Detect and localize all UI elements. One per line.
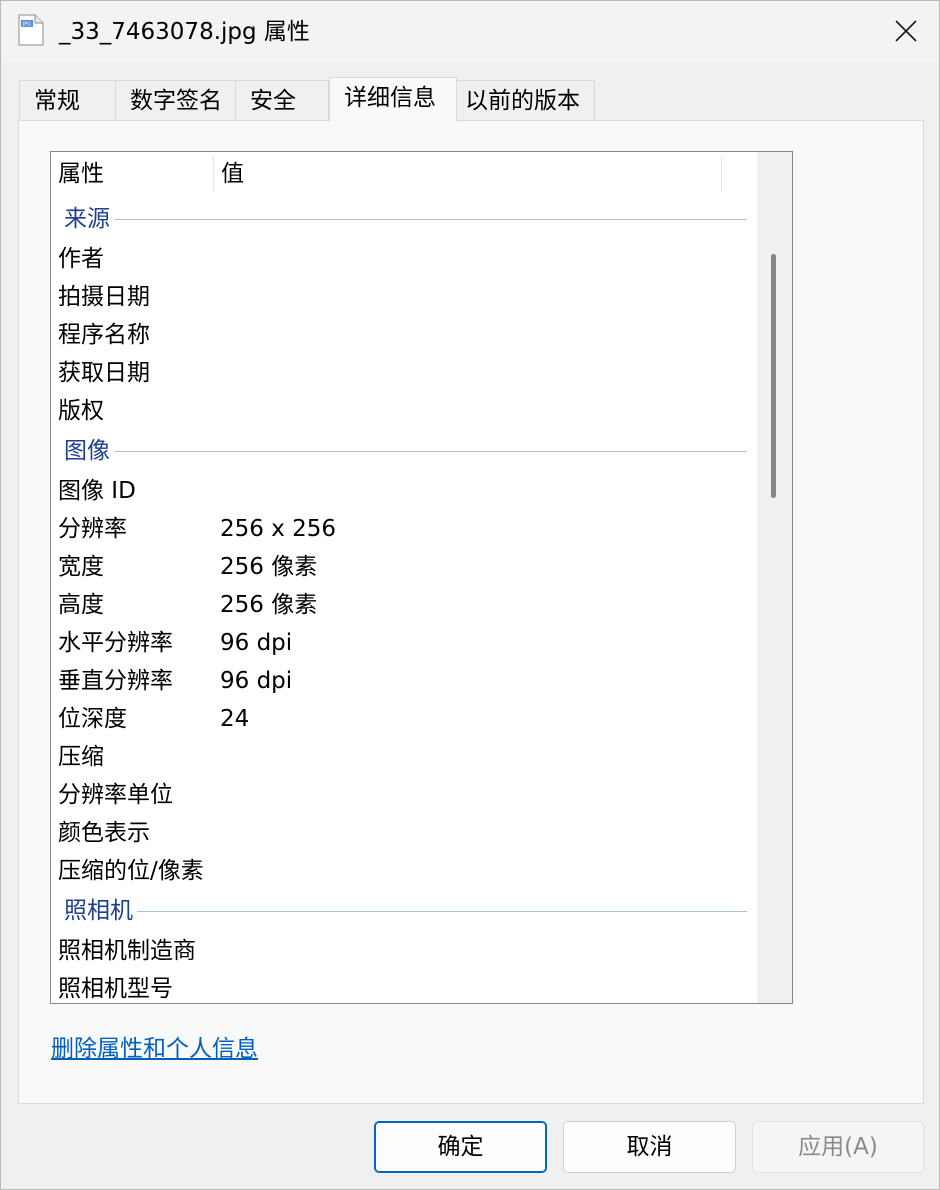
- property-name: 版权: [58, 398, 104, 424]
- properties-dialog: JPG _33_7463078.jpg 属性 常规 数字签名 安全 详细信息 以…: [0, 0, 940, 1190]
- tab-label: 常规: [34, 88, 80, 114]
- property-value: 256 x 256: [220, 516, 337, 542]
- property-value: 96 dpi: [220, 630, 293, 656]
- group-divider: [64, 451, 747, 452]
- tab-label: 以前的版本: [465, 88, 580, 114]
- list-item[interactable]: 压缩的位/像素: [51, 852, 757, 890]
- ok-button[interactable]: 确定: [374, 1121, 547, 1173]
- vertical-scrollbar[interactable]: [757, 152, 792, 1003]
- list-item[interactable]: 照相机制造商: [51, 932, 757, 970]
- list-rows: 来源 作者 拍摄日期 程序名称 获取日期 版权 图像 图像 ID 分辨率 256 …: [51, 198, 757, 1003]
- close-button[interactable]: [875, 5, 937, 57]
- property-value: 24: [220, 706, 250, 732]
- file-icon-label: JPG: [22, 22, 31, 28]
- list-item[interactable]: 颜色表示: [51, 814, 757, 852]
- property-name: 分辨率: [58, 516, 127, 542]
- group-label: 图像: [64, 436, 114, 466]
- tab-label: 安全: [250, 88, 296, 114]
- details-page: 属性 值 来源 作者 拍摄日期 程序名称 获取日期 版权 图像 图像 ID 分辨…: [18, 120, 924, 1104]
- group-divider: [64, 911, 747, 912]
- property-value: 256 像素: [220, 554, 318, 580]
- list-item[interactable]: 分辨率单位: [51, 776, 757, 814]
- group-header-image[interactable]: 图像: [51, 430, 757, 472]
- list-item[interactable]: 照相机型号: [51, 970, 757, 1003]
- property-name: 拍摄日期: [58, 284, 150, 310]
- list-header: 属性 值: [51, 152, 757, 196]
- list-item[interactable]: 版权: [51, 392, 757, 430]
- list-item[interactable]: 程序名称: [51, 316, 757, 354]
- property-name: 获取日期: [58, 360, 150, 386]
- group-label: 照相机: [64, 896, 137, 926]
- property-name: 照相机型号: [58, 976, 173, 1002]
- properties-list[interactable]: 属性 值 来源 作者 拍摄日期 程序名称 获取日期 版权 图像 图像 ID 分辨…: [50, 151, 793, 1004]
- tab-strip: 常规 数字签名 安全 详细信息 以前的版本: [19, 77, 919, 122]
- property-name: 垂直分辨率: [58, 668, 173, 694]
- property-value: 256 像素: [220, 592, 318, 618]
- list-item[interactable]: 拍摄日期: [51, 278, 757, 316]
- title-bar: JPG _33_7463078.jpg 属性: [1, 1, 939, 63]
- tab-label: 数字签名: [130, 88, 222, 114]
- tab-previous-versions[interactable]: 以前的版本: [455, 80, 595, 121]
- group-header-origin[interactable]: 来源: [51, 198, 757, 240]
- tab-label: 详细信息: [344, 85, 436, 111]
- remove-properties-link[interactable]: 删除属性和个人信息: [51, 1034, 258, 1064]
- list-item[interactable]: 获取日期: [51, 354, 757, 392]
- column-separator[interactable]: [721, 156, 722, 192]
- list-item[interactable]: 位深度 24: [51, 700, 757, 738]
- tab-general[interactable]: 常规: [19, 80, 117, 121]
- close-icon: [895, 20, 917, 42]
- tab-security[interactable]: 安全: [235, 80, 329, 121]
- group-label: 来源: [64, 204, 114, 234]
- property-value: 96 dpi: [220, 668, 293, 694]
- apply-button[interactable]: 应用(A): [752, 1121, 924, 1173]
- property-name: 位深度: [58, 706, 127, 732]
- property-name: 水平分辨率: [58, 630, 173, 656]
- tab-details[interactable]: 详细信息: [329, 77, 457, 122]
- list-item[interactable]: 水平分辨率 96 dpi: [51, 624, 757, 662]
- scrollbar-thumb[interactable]: [771, 254, 776, 498]
- window-title: _33_7463078.jpg 属性: [59, 19, 310, 45]
- column-header-value[interactable]: 值: [214, 152, 244, 192]
- tab-digital-signatures[interactable]: 数字签名: [115, 80, 237, 121]
- list-item[interactable]: 分辨率 256 x 256: [51, 510, 757, 548]
- property-name: 程序名称: [58, 322, 150, 348]
- property-name: 分辨率单位: [58, 782, 173, 808]
- property-name: 宽度: [58, 554, 104, 580]
- column-header-property[interactable]: 属性: [51, 152, 104, 192]
- property-name: 颜色表示: [58, 820, 150, 846]
- list-item[interactable]: 作者: [51, 240, 757, 278]
- property-name: 高度: [58, 592, 104, 618]
- property-name: 压缩: [58, 744, 104, 770]
- list-item[interactable]: 图像 ID: [51, 472, 757, 510]
- list-item[interactable]: 宽度 256 像素: [51, 548, 757, 586]
- property-name: 图像 ID: [58, 478, 136, 504]
- property-name: 压缩的位/像素: [58, 858, 204, 884]
- group-header-camera[interactable]: 照相机: [51, 890, 757, 932]
- group-divider: [64, 219, 747, 220]
- property-name: 照相机制造商: [58, 938, 196, 964]
- list-item[interactable]: 高度 256 像素: [51, 586, 757, 624]
- property-name: 作者: [58, 246, 104, 272]
- cancel-button[interactable]: 取消: [563, 1121, 736, 1173]
- jpg-file-icon: JPG: [18, 14, 44, 46]
- list-item[interactable]: 垂直分辨率 96 dpi: [51, 662, 757, 700]
- list-item[interactable]: 压缩: [51, 738, 757, 776]
